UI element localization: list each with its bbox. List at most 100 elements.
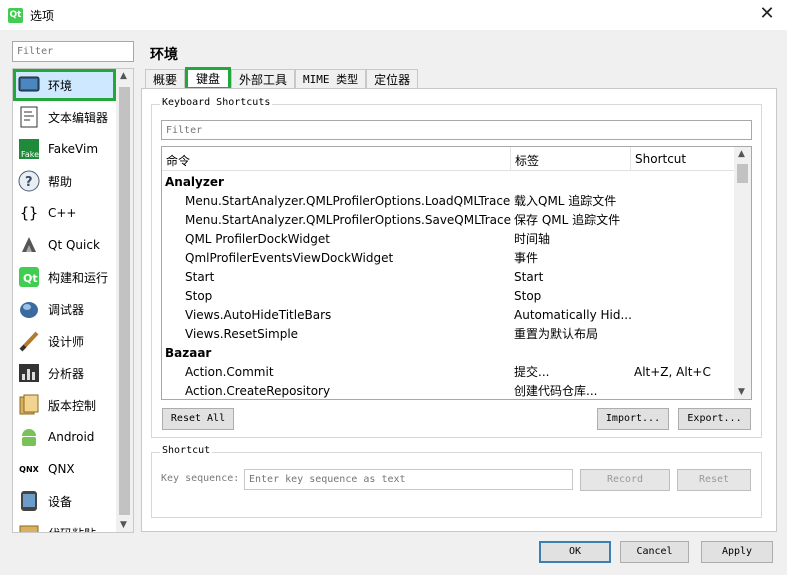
table-row[interactable]: Menu.StartAnalyzer.QMLProfilerOptions.Sa… [162, 211, 735, 230]
tab-external-tools[interactable]: 外部工具 [231, 69, 296, 90]
sidebar-item-code-paste[interactable]: 代码粘贴 [13, 517, 116, 532]
table-row[interactable]: Stop Stop [162, 287, 735, 306]
sidebar-item-label: 帮助 [48, 174, 73, 189]
sidebar-item-label: 版本控制 [48, 398, 97, 413]
shortcut-filter-input[interactable] [161, 120, 752, 140]
column-header-shortcut[interactable]: Shortcut [635, 152, 686, 166]
build-run-icon: Qt [18, 266, 40, 288]
designer-icon [18, 330, 40, 352]
scrollbar-thumb[interactable] [737, 164, 748, 183]
svg-text:?: ? [25, 175, 33, 190]
table-row[interactable]: Start Start [162, 268, 735, 287]
sidebar-item-qnx[interactable]: QNX QNX [13, 453, 116, 485]
category-list: 环境 文本编辑器 Fake FakeVim ? 帮助 {} C++ Qt Qui… [12, 68, 134, 533]
sidebar-item-label: Android [48, 430, 95, 444]
sidebar-item-label: 环境 [48, 78, 73, 93]
sidebar-item-label: 分析器 [48, 366, 85, 381]
table-scrollbar[interactable]: ▲ ▼ [734, 147, 751, 399]
cell-command: Analyzer [165, 175, 224, 189]
record-button[interactable]: Record [580, 469, 670, 491]
cell-label: 重置为默认布局 [514, 327, 599, 341]
sidebar-item-help[interactable]: ? 帮助 [13, 165, 116, 197]
cpp-braces-icon: {} [19, 204, 39, 222]
table-row[interactable]: QmlProfilerEventsViewDockWidget 事件 [162, 249, 735, 268]
sidebar-item-label: 文本编辑器 [48, 110, 109, 125]
sidebar-item-version-control[interactable]: 版本控制 [13, 389, 116, 421]
page-title: 环境 [150, 47, 178, 63]
table-row[interactable]: Action.Commit 提交... Alt+Z, Alt+C [162, 363, 735, 382]
cell-command: Bazaar [165, 346, 212, 360]
import-button[interactable]: Import... [597, 408, 669, 430]
cell-shortcut: Alt+Z, Alt+C [634, 365, 711, 379]
sidebar-item-analyzer[interactable]: 分析器 [13, 357, 116, 389]
sidebar-item-fakevim[interactable]: Fake FakeVim [13, 133, 116, 165]
cell-label: Automatically Hid... [514, 308, 632, 322]
shortcut-table: ⌃ 命令 标签 Shortcut Analyzer Menu.StartAnaly… [161, 146, 752, 400]
sidebar-item-environment[interactable]: 环境 [13, 69, 116, 101]
column-header-label[interactable]: 标签 [515, 152, 539, 169]
table-row[interactable]: Views.AutoHideTitleBars Automatically Hid… [162, 306, 735, 325]
sidebar-filter-input[interactable] [12, 41, 134, 62]
reset-button[interactable]: Reset [677, 469, 751, 491]
ok-button[interactable]: OK [539, 541, 611, 563]
sidebar-item-label: 设备 [48, 494, 73, 509]
column-header-command[interactable]: 命令 [166, 152, 190, 169]
sidebar-item-debugger[interactable]: 调试器 [13, 293, 116, 325]
tab-locator[interactable]: 定位器 [366, 69, 419, 90]
window-title: 选项 [30, 9, 55, 23]
apply-button[interactable]: Apply [701, 541, 773, 563]
key-sequence-input[interactable] [244, 469, 573, 490]
svg-text:Qt: Qt [23, 272, 38, 285]
reset-all-button[interactable]: Reset All [162, 408, 234, 430]
android-icon [18, 426, 40, 448]
column-divider[interactable] [510, 147, 511, 171]
tab-mime-types[interactable]: MIME 类型 [295, 69, 367, 90]
tab-keyboard[interactable]: 键盘 [185, 67, 232, 90]
sidebar-item-label: 设计师 [48, 334, 85, 349]
fakevim-icon: Fake [18, 138, 40, 160]
table-header: ⌃ 命令 标签 Shortcut [162, 147, 735, 171]
sidebar-item-label: FakeVim [48, 142, 99, 156]
table-row[interactable]: Action.CreateRepository 创建代码仓库... [162, 382, 735, 399]
sidebar-item-cpp[interactable]: {} C++ [13, 197, 116, 229]
cell-command: Views.ResetSimple [185, 327, 299, 341]
sidebar-item-build-run[interactable]: Qt 构建和运行 [13, 261, 116, 293]
cancel-button[interactable]: Cancel [620, 541, 689, 563]
sidebar-item-android[interactable]: Android [13, 421, 116, 453]
debugger-icon [18, 298, 40, 320]
cell-label: 提交... [514, 365, 550, 379]
close-button[interactable]: ✕ [755, 3, 779, 27]
cell-command: Menu.StartAnalyzer.QMLProfilerOptions.Sa… [185, 213, 511, 227]
table-row[interactable]: Menu.StartAnalyzer.QMLProfilerOptions.Lo… [162, 192, 735, 211]
qt-quick-icon [18, 234, 40, 256]
cell-label: 保存 QML 追踪文件 [514, 213, 621, 227]
qt-creator-icon: Qt [8, 8, 23, 23]
table-group-row[interactable]: Analyzer [162, 173, 735, 192]
table-group-row[interactable]: Bazaar [162, 344, 735, 363]
sidebar-item-label: QNX [48, 462, 75, 476]
sidebar-item-designer[interactable]: 设计师 [13, 325, 116, 357]
table-row[interactable]: QML ProfilerDockWidget 时间轴 [162, 230, 735, 249]
text-editor-icon [18, 106, 40, 128]
column-divider[interactable] [630, 147, 631, 171]
help-icon: ? [18, 170, 40, 192]
tab-bar: 概要 键盘 外部工具 MIME 类型 定位器 [145, 67, 419, 90]
export-button[interactable]: Export... [678, 408, 751, 430]
group-title: Shortcut [160, 445, 213, 456]
tab-general[interactable]: 概要 [145, 69, 186, 90]
qnx-icon: QNX [19, 464, 39, 474]
table-row[interactable]: Views.ResetSimple 重置为默认布局 [162, 325, 735, 344]
sidebar-item-device[interactable]: 设备 [13, 485, 116, 517]
sidebar-scrollbar[interactable]: ▲ ▼ [116, 69, 133, 532]
scroll-up-icon[interactable]: ▲ [738, 149, 745, 159]
cell-label: 创建代码仓库... [514, 384, 598, 398]
scroll-down-icon[interactable]: ▼ [738, 387, 745, 397]
cell-command: Action.Commit [185, 365, 274, 379]
version-control-icon [18, 394, 40, 416]
sidebar-item-qt-quick[interactable]: Qt Quick [13, 229, 116, 261]
sort-caret-icon: ⌃ [330, 146, 339, 153]
sidebar-item-text-editor[interactable]: 文本编辑器 [13, 101, 116, 133]
scrollbar-thumb[interactable] [119, 87, 130, 515]
scroll-up-icon[interactable]: ▲ [120, 71, 127, 81]
scroll-down-icon[interactable]: ▼ [120, 520, 127, 530]
